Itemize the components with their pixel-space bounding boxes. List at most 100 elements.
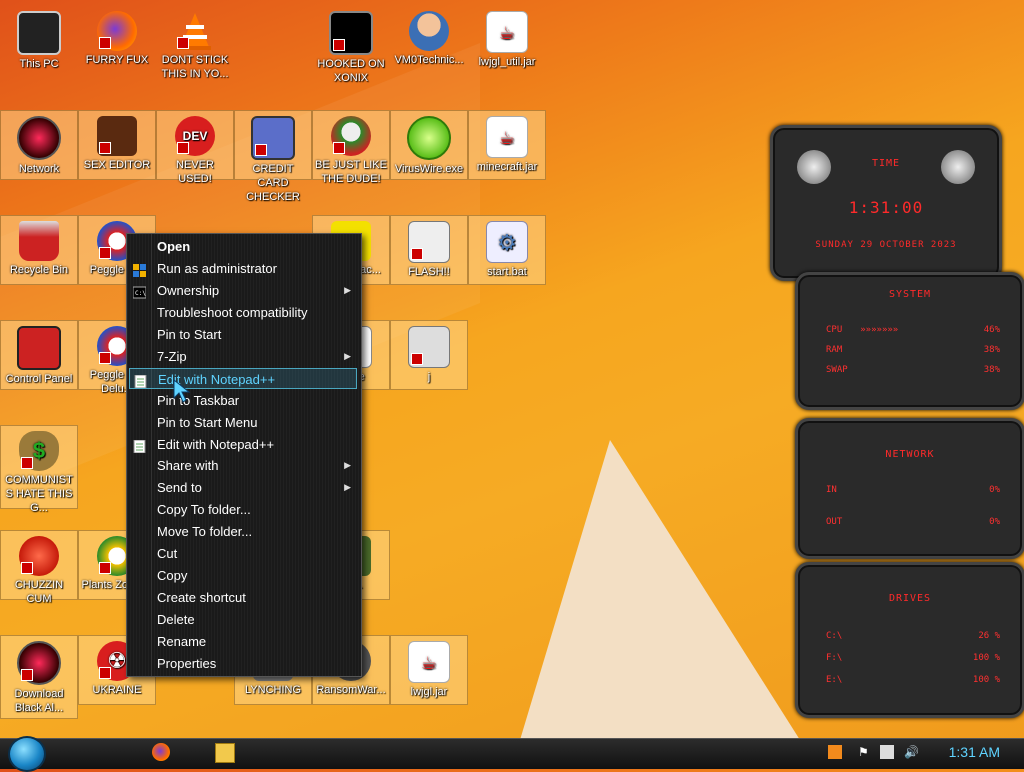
recycle-bin-icon — [19, 221, 59, 261]
taskbar-clock[interactable]: 1:31 AM — [949, 744, 1000, 760]
firefox-icon — [97, 11, 137, 51]
menu-item-cut[interactable]: Cut — [129, 543, 357, 564]
time-gadget-date: SUNDAY 29 OCTOBER 2023 — [815, 240, 957, 250]
menu-item-open[interactable]: Open — [129, 236, 357, 257]
vlc-cone-icon — [175, 11, 215, 51]
menu-item-copy-to-folder[interactable]: Copy To folder... — [129, 499, 357, 520]
desktop-icon-chuzzin-cum[interactable]: CHUZZIN CUM — [0, 530, 78, 605]
menu-item-move-to-folder[interactable]: Move To folder... — [129, 521, 357, 542]
editor-icon — [97, 116, 137, 156]
menu-item-properties[interactable]: Properties — [129, 653, 357, 674]
submenu-arrow-icon: ▶ — [344, 482, 351, 492]
menu-item-delete[interactable]: Delete — [129, 609, 357, 630]
cmd-icon: C:\ — [132, 284, 147, 299]
menu-item-pin-to-start[interactable]: Pin to Start — [129, 324, 357, 345]
svg-text:☕: ☕ — [499, 23, 515, 44]
network-gadget-title: NETWORK — [885, 449, 935, 460]
santa-icon — [331, 116, 371, 156]
submenu-arrow-icon: ▶ — [344, 460, 351, 470]
shield-icon — [133, 262, 146, 277]
menu-item-pin-to-start-menu[interactable]: Pin to Start Menu — [129, 412, 357, 433]
volume-icon[interactable]: 🔊 — [904, 745, 919, 759]
file-icon — [408, 326, 450, 368]
batch-gear-icon: ⚙ — [486, 221, 528, 263]
money-bag-icon: $ — [19, 431, 59, 471]
system-row-cpu: CPU»»»»»»» 46% — [826, 325, 1000, 335]
menu-item-edit-notepad-highlighted[interactable]: Edit with Notepad++ — [129, 368, 357, 389]
drives-row-f: F:\ 100 % — [826, 653, 1000, 663]
drives-gadget-title: DRIVES — [888, 593, 932, 604]
monitor-icon — [17, 11, 61, 55]
drives-row-c: C:\ 26 % — [826, 631, 1000, 641]
menu-item-pin-to-taskbar[interactable]: Pin to Taskbar — [129, 390, 357, 411]
desktop-icon-communists[interactable]: $ COMMUNISTS HATE THIS G... — [0, 425, 78, 514]
xonix-icon — [329, 11, 373, 55]
start-button[interactable] — [8, 736, 46, 772]
menu-item-share-with[interactable]: Share with ▶ — [129, 455, 357, 476]
svg-text:☕: ☕ — [499, 128, 515, 149]
alien-head-icon — [797, 150, 831, 184]
flag-icon[interactable]: ⚑ — [858, 745, 872, 759]
firefox-icon[interactable] — [152, 743, 170, 761]
file-explorer-icon[interactable] — [215, 743, 235, 763]
menu-item-edit-notepad[interactable]: Edit with Notepad++ — [129, 434, 357, 455]
desktop-icon-this-pc[interactable]: This PC — [0, 6, 78, 76]
notification-icon[interactable] — [828, 745, 842, 759]
time-gadget-clock: 1:31:00 — [848, 198, 924, 217]
menu-item-copy[interactable]: Copy — [129, 565, 357, 586]
submenu-arrow-icon: ▶ — [344, 285, 351, 295]
desktop-icon-dont-stick[interactable]: DONT STICK THIS IN YO... — [156, 6, 234, 80]
control-panel-icon — [17, 326, 61, 370]
menu-item-7zip[interactable]: 7-Zip ▶ — [129, 346, 357, 367]
network-row-in: IN 0% — [826, 485, 1000, 495]
desktop-icon-never-used[interactable]: DEV NEVER USED! — [156, 110, 234, 185]
doctor-icon — [409, 11, 449, 51]
wallpaper-beam — [520, 440, 800, 740]
menu-item-rename[interactable]: Rename — [129, 631, 357, 652]
desktop-icon-download-black-al[interactable]: Download Black Al... — [0, 635, 78, 719]
system-row-ram: RAM 38% — [826, 345, 1000, 355]
menu-item-ownership[interactable]: C:\ Ownership ▶ — [129, 280, 357, 301]
drives-gadget[interactable]: DRIVES C:\ 26 % F:\ 100 % E:\ 100 % — [795, 562, 1024, 718]
network-gadget[interactable]: NETWORK IN 0% OUT 0% — [795, 418, 1024, 559]
menu-item-run-as-admin[interactable]: Run as administrator — [129, 258, 357, 279]
desktop-icon-flash[interactable]: FLASH!! — [390, 215, 468, 285]
time-gadget[interactable]: TIME 1:31:00 SUNDAY 29 OCTOBER 2023 — [770, 125, 1002, 281]
java-icon: ☕ — [408, 641, 450, 683]
desktop-icon-hooked-on-xonix[interactable]: HOOKED ON XONIX — [312, 6, 390, 84]
desktop-icon-lwjgl-util[interactable]: ☕ lwjgl_util.jar — [468, 6, 546, 76]
desktop-icon-furry-fux[interactable]: FURRY FUX — [78, 6, 156, 76]
desktop-icon-viruswire[interactable]: VirusWire.exe — [390, 110, 468, 180]
java-icon: ☕ — [486, 116, 528, 158]
java-icon: ☕ — [486, 11, 528, 53]
network-globe-icon — [17, 116, 61, 160]
limewire-icon — [407, 116, 451, 160]
menu-item-create-shortcut[interactable]: Create shortcut — [129, 587, 357, 608]
menu-item-send-to[interactable]: Send to ▶ — [129, 477, 357, 498]
desktop-icon-start-bat[interactable]: ⚙ start.bat — [468, 215, 546, 285]
desktop-icon-control-panel[interactable]: Control Panel — [0, 320, 78, 390]
drives-row-e: E:\ 100 % — [826, 675, 1000, 685]
alien-globe-icon — [17, 641, 61, 685]
credit-card-icon — [251, 116, 295, 160]
system-gadget[interactable]: SYSTEM CPU»»»»»»» 46% RAM 38% SWAP 38% — [795, 272, 1024, 410]
desktop-icon-vm0technic[interactable]: VM0Technic... — [390, 6, 468, 76]
desktop-icon-network[interactable]: Network — [0, 110, 78, 180]
menu-item-troubleshoot[interactable]: Troubleshoot compatibility — [129, 302, 357, 323]
desktop-icon-lwjgl-jar[interactable]: ☕ lwjgl.jar — [390, 635, 468, 705]
network-icon[interactable] — [880, 745, 894, 759]
desktop-icon-recycle-bin[interactable]: Recycle Bin — [0, 215, 78, 285]
desktop-icon-sex-editor[interactable]: SEX EDITOR — [78, 110, 156, 180]
desktop-icon-credit-card-checker[interactable]: CREDIT CARD CHECKER — [234, 110, 312, 203]
chuzzle-icon — [19, 536, 59, 576]
alien-head-icon — [941, 150, 975, 184]
file-icon — [408, 221, 450, 263]
devcpp-icon: DEV — [175, 116, 215, 156]
notepad-icon — [133, 438, 146, 454]
desktop-icon-minecraft-jar[interactable]: ☕ minecraft.jar — [468, 110, 546, 180]
mouse-cursor-icon — [173, 378, 191, 403]
submenu-arrow-icon: ▶ — [344, 351, 351, 361]
desktop-icon-be-just-like-the-dude[interactable]: BE JUST LIKE THE DUDE! — [312, 110, 390, 185]
desktop-icon-j[interactable]: j — [390, 320, 468, 390]
time-gadget-title: TIME — [871, 158, 901, 169]
